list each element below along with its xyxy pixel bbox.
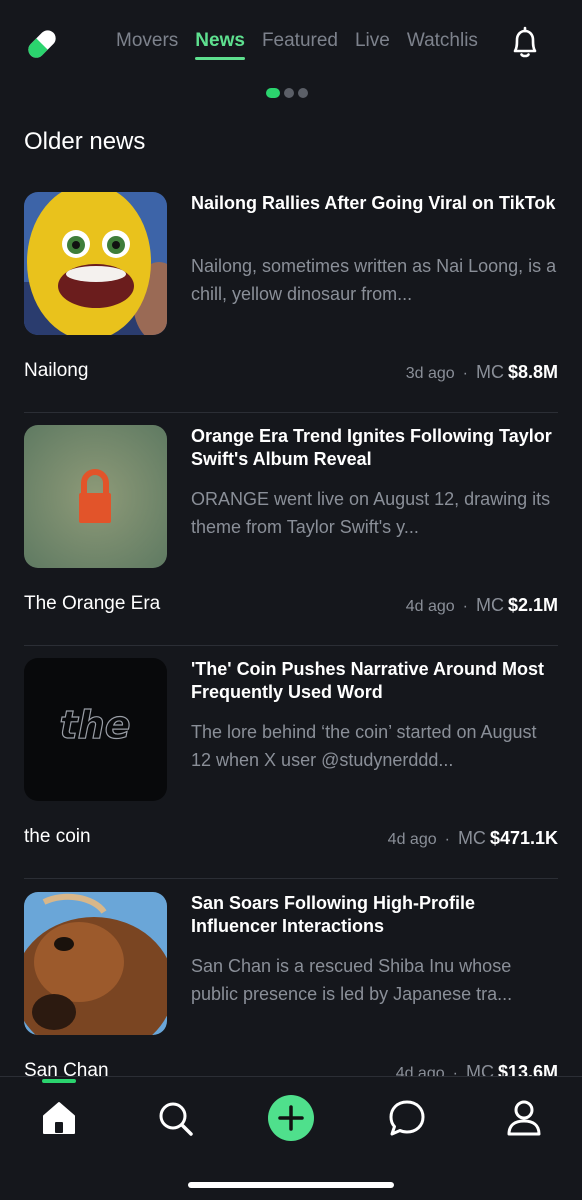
news-excerpt: ORANGE went live on August 12, drawing i…: [191, 489, 551, 537]
news-meta: 3d ago · MC $8.8M: [406, 362, 558, 383]
market-cap-label: MC: [465, 1062, 494, 1076]
meta-separator: ·: [462, 365, 468, 382]
divider: [24, 878, 558, 879]
thumbnail-lettering: the: [60, 703, 131, 747]
profile-icon[interactable]: [503, 1097, 545, 1139]
pager-dot-active[interactable]: [266, 88, 280, 98]
tab-featured[interactable]: Featured: [262, 30, 338, 60]
meta-separator: ·: [462, 598, 468, 615]
market-cap-label: MC: [475, 595, 504, 615]
bottom-tab-bar: [0, 1076, 582, 1200]
market-cap-label: MC: [457, 828, 486, 848]
tab-watchlist[interactable]: Watchlist: [407, 30, 478, 60]
coin-name[interactable]: the coin: [24, 826, 91, 848]
news-excerpt: The lore behind ‘the coin’ started on Au…: [191, 722, 537, 770]
news-age: 4d ago: [387, 831, 437, 848]
news-thumbnail: the: [24, 658, 167, 801]
category-tabs: Movers News Featured Live Watchlist: [116, 30, 478, 70]
home-indicator[interactable]: [188, 1182, 394, 1188]
news-meta: 4d ago · MC $2.1M: [406, 595, 558, 616]
news-list: Nailong Rallies After Going Viral on Tik…: [0, 192, 582, 1076]
market-cap-value: $13.6M: [497, 1062, 558, 1076]
news-headline[interactable]: 'The' Coin Pushes Narrative Around Most …: [191, 658, 557, 704]
pager-dot[interactable]: [284, 88, 294, 98]
coin-name[interactable]: The Orange Era: [24, 593, 160, 615]
chat-icon[interactable]: [386, 1097, 428, 1139]
news-meta: 4d ago · MC $13.6M: [396, 1062, 558, 1076]
coin-name[interactable]: San Chan: [24, 1060, 109, 1076]
top-nav: Movers News Featured Live Watchlist: [0, 0, 582, 98]
tab-news[interactable]: News: [195, 30, 245, 60]
news-thumbnail: [24, 192, 167, 335]
coin-name[interactable]: Nailong: [24, 360, 88, 382]
create-plus-icon[interactable]: [268, 1095, 314, 1141]
section-title: Older news: [24, 128, 146, 155]
news-thumbnail: [24, 425, 167, 568]
home-icon[interactable]: [38, 1097, 80, 1139]
news-age: 4d ago: [405, 598, 455, 615]
news-excerpt: Nailong, sometimes written as Nai Loong,…: [191, 256, 557, 304]
news-headline[interactable]: San Soars Following High-Profile Influen…: [191, 892, 557, 938]
bell-icon[interactable]: [509, 26, 541, 60]
news-headline[interactable]: Nailong Rallies After Going Viral on Tik…: [191, 192, 557, 215]
tab-live[interactable]: Live: [355, 30, 390, 60]
search-icon[interactable]: [154, 1097, 196, 1139]
news-age: 3d ago: [405, 365, 455, 382]
news-headline[interactable]: Orange Era Trend Ignites Following Taylo…: [191, 425, 557, 471]
news-thumbnail: [24, 892, 167, 1035]
market-cap-label: MC: [475, 362, 504, 382]
news-meta: 4d ago · MC $471.1K: [388, 828, 558, 849]
pager-dot[interactable]: [298, 88, 308, 98]
news-age: 4d ago: [395, 1065, 445, 1076]
news-excerpt: San Chan is a rescued Shiba Inu whose pu…: [191, 956, 513, 1004]
market-cap-value: $2.1M: [507, 595, 558, 615]
divider: [24, 412, 558, 413]
active-tab-indicator: [42, 1079, 76, 1083]
market-cap-value: $471.1K: [489, 828, 558, 848]
news-item[interactable]: the 'The' Coin Pushes Narrative Around M…: [0, 658, 582, 891]
news-item[interactable]: Nailong Rallies After Going Viral on Tik…: [0, 192, 582, 425]
tab-movers[interactable]: Movers: [116, 30, 178, 60]
divider: [24, 645, 558, 646]
news-item[interactable]: San Soars Following High-Profile Influen…: [0, 892, 582, 1076]
news-item[interactable]: Orange Era Trend Ignites Following Taylo…: [0, 425, 582, 658]
carousel-pager: [266, 88, 312, 98]
meta-separator: ·: [452, 1065, 458, 1076]
meta-separator: ·: [444, 831, 450, 848]
market-cap-value: $8.8M: [507, 362, 558, 382]
pill-logo-icon[interactable]: [24, 26, 60, 62]
